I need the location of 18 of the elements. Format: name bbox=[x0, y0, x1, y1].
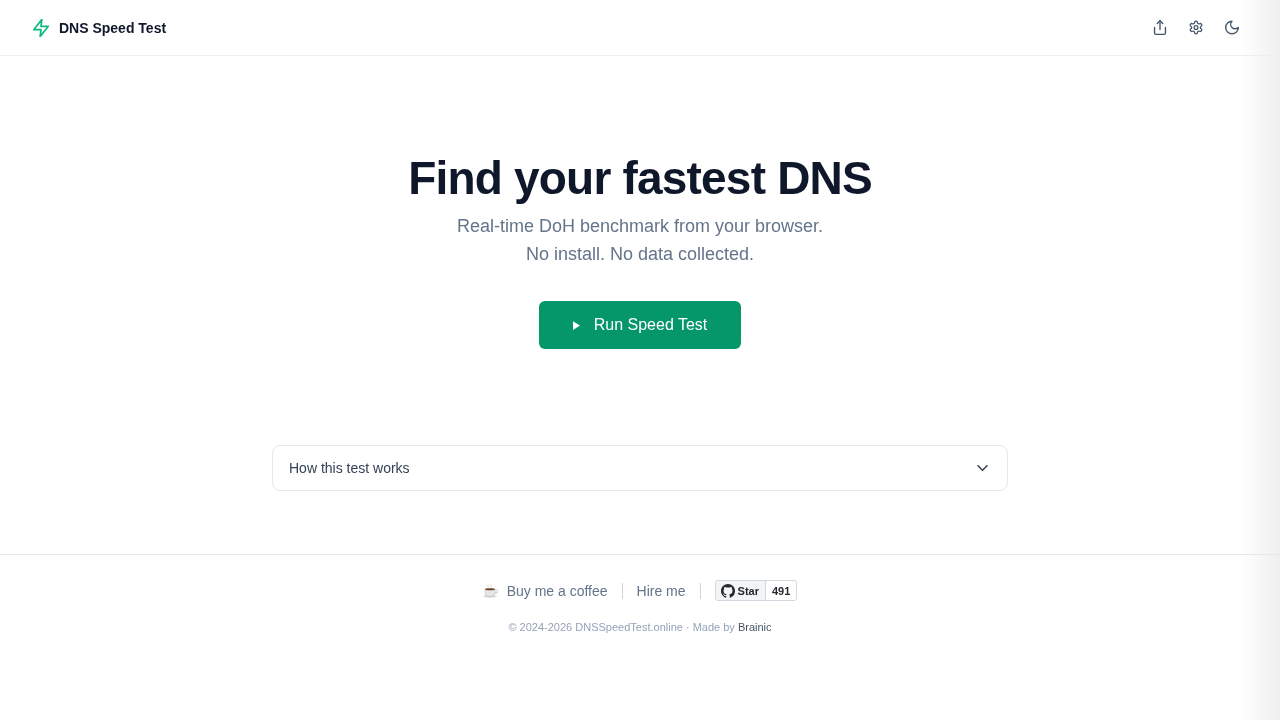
run-speed-test-button[interactable]: Run Speed Test bbox=[539, 301, 741, 349]
author-link[interactable]: Brainic bbox=[737, 621, 772, 633]
moon-icon bbox=[1225, 20, 1239, 35]
github-icon bbox=[720, 583, 735, 598]
chevron-icon bbox=[977, 465, 988, 471]
how-it-works-accordion[interactable]: How this test works bbox=[272, 445, 1008, 491]
hire-me-link[interactable]: Hire me bbox=[636, 582, 686, 599]
coffee-cup-icon bbox=[482, 583, 499, 598]
settings-icon bbox=[1189, 20, 1203, 35]
copyright-text: © 2024-2026 DNSSpeedTest.online · Made by Brainic bbox=[508, 621, 772, 633]
hero-heading: Find your fastest DNS bbox=[408, 151, 872, 206]
lightning-icon bbox=[33, 18, 49, 37]
share-icon bbox=[1153, 20, 1167, 35]
hero-subtitle: Real-time DoH benchmark from your browser. No install. No data collected. bbox=[456, 215, 824, 266]
app-title: DNS Speed Test bbox=[59, 19, 167, 36]
play-icon bbox=[572, 320, 580, 330]
buy-me-a-coffee-link[interactable]: Buy me a coffee bbox=[506, 582, 608, 599]
github-star-button[interactable]: Star bbox=[715, 581, 766, 600]
